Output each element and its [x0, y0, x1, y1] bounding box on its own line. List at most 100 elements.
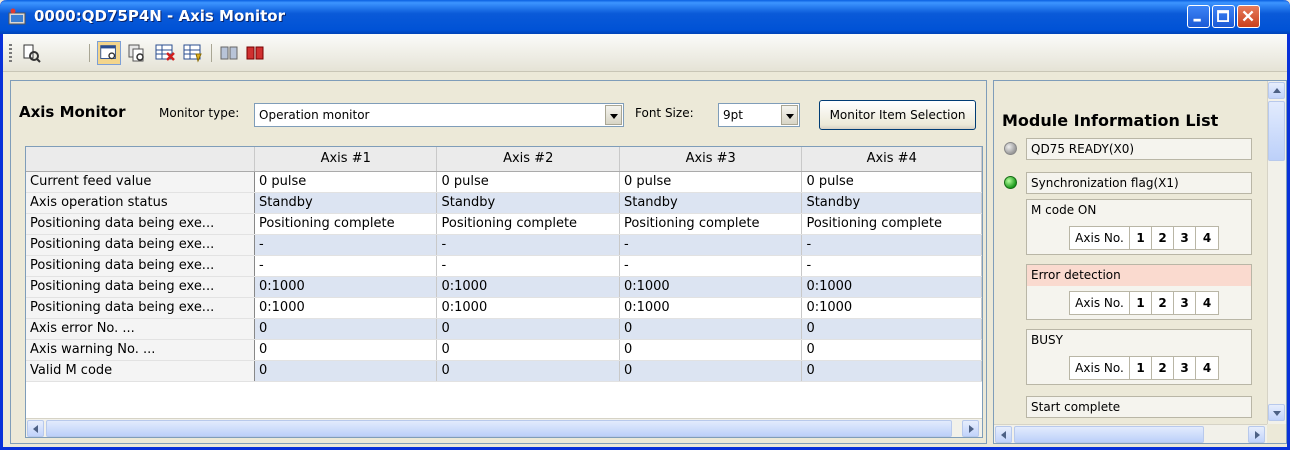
- title-bar[interactable]: 0000:QD75P4N - Axis Monitor: [0, 0, 1290, 34]
- corner-cell: [26, 147, 255, 172]
- column-header-axis-2[interactable]: Axis #2: [436, 147, 620, 172]
- row-header[interactable]: Positioning data being exe...: [26, 276, 255, 298]
- vertical-scroll-thumb[interactable]: [1268, 101, 1285, 161]
- table-cell[interactable]: -: [801, 255, 982, 277]
- font-size-value: 9pt: [723, 108, 743, 122]
- table-cell[interactable]: 0: [619, 318, 803, 340]
- table-cell[interactable]: 0:1000: [619, 276, 803, 298]
- table-cell[interactable]: 0:1000: [436, 276, 620, 298]
- table-cell[interactable]: 0: [619, 339, 803, 361]
- table-cell[interactable]: 0: [619, 360, 803, 382]
- table-cell[interactable]: -: [436, 255, 620, 277]
- axis-monitor-grid: Axis #1 Axis #2 Axis #3 Axis #4 Current …: [25, 146, 983, 438]
- scroll-right-button[interactable]: [962, 420, 979, 437]
- axis-no-row: Axis No. 1 2 3 4: [1069, 291, 1219, 315]
- table-cell[interactable]: 0: [254, 360, 438, 382]
- monitor-icon[interactable]: [19, 41, 43, 65]
- maximize-button[interactable]: [1212, 5, 1235, 28]
- horizontal-scrollbar[interactable]: [994, 424, 1267, 443]
- table-cell[interactable]: 0 pulse: [436, 171, 620, 193]
- table-cell[interactable]: 0: [801, 360, 982, 382]
- minimize-button[interactable]: [1187, 5, 1210, 28]
- column-header-axis-1[interactable]: Axis #1: [254, 147, 438, 172]
- toolbar-grip[interactable]: [9, 44, 12, 62]
- app-icon: [8, 8, 26, 25]
- row-header[interactable]: Current feed value: [26, 171, 255, 193]
- table-cell[interactable]: 0:1000: [801, 276, 982, 298]
- chevron-down-icon[interactable]: [781, 105, 798, 125]
- table-cell[interactable]: -: [254, 234, 438, 256]
- column-header-axis-4[interactable]: Axis #4: [801, 147, 982, 172]
- table-cell[interactable]: 0:1000: [436, 297, 620, 319]
- scroll-right-button[interactable]: [1248, 426, 1265, 443]
- table-cell[interactable]: 0: [801, 339, 982, 361]
- table-cell[interactable]: -: [436, 234, 620, 256]
- table-cell[interactable]: 0 pulse: [801, 171, 982, 193]
- stop-icon[interactable]: [243, 41, 267, 65]
- vertical-scrollbar[interactable]: [1267, 81, 1286, 424]
- table-cell[interactable]: Positioning complete: [436, 213, 620, 235]
- table-cell[interactable]: Positioning complete: [254, 213, 438, 235]
- table-cell[interactable]: 0: [436, 318, 620, 340]
- module-item-start-complete: Start complete: [1026, 396, 1252, 418]
- table-cell[interactable]: 0:1000: [619, 297, 803, 319]
- error-reset-icon[interactable]: [153, 41, 177, 65]
- row-header[interactable]: Valid M code: [26, 360, 255, 382]
- axis-number: 1: [1130, 292, 1152, 314]
- servo-icon[interactable]: [217, 41, 241, 65]
- table-cell[interactable]: 0:1000: [801, 297, 982, 319]
- axis-number: 2: [1152, 227, 1174, 249]
- row-header[interactable]: Positioning data being exe...: [26, 213, 255, 235]
- scroll-left-button[interactable]: [995, 426, 1012, 443]
- table-icon[interactable]: [181, 41, 205, 65]
- table-cell[interactable]: Standby: [254, 192, 438, 214]
- row-header[interactable]: Positioning data being exe...: [26, 234, 255, 256]
- axis-number: 3: [1174, 292, 1196, 314]
- table-cell[interactable]: -: [619, 255, 803, 277]
- axis-number: 4: [1202, 361, 1212, 375]
- table-cell[interactable]: 0: [801, 318, 982, 340]
- row-header[interactable]: Axis warning No. ...: [26, 339, 255, 361]
- scroll-left-button[interactable]: [27, 420, 44, 437]
- table-cell[interactable]: Standby: [801, 192, 982, 214]
- table-cell[interactable]: -: [254, 255, 438, 277]
- table-row: Valid M code 0 0 0 0: [26, 360, 982, 382]
- column-header-axis-3[interactable]: Axis #3: [619, 147, 803, 172]
- row-header[interactable]: Positioning data being exe...: [26, 297, 255, 319]
- row-header[interactable]: Positioning data being exe...: [26, 255, 255, 277]
- history-icon[interactable]: [125, 41, 149, 65]
- table-cell[interactable]: 0: [436, 339, 620, 361]
- table-cell[interactable]: -: [801, 234, 982, 256]
- table-cell[interactable]: 0 pulse: [254, 171, 438, 193]
- chevron-down-icon[interactable]: [605, 105, 622, 125]
- led-on-icon: [1004, 176, 1017, 189]
- table-cell[interactable]: Positioning complete: [619, 213, 803, 235]
- table-cell[interactable]: 0: [254, 339, 438, 361]
- monitor-type-select[interactable]: Operation monitor: [254, 103, 624, 127]
- monitor-item-selection-button[interactable]: Monitor Item Selection: [819, 100, 976, 130]
- scroll-thumb[interactable]: [1014, 426, 1204, 443]
- table-cell[interactable]: 0:1000: [254, 297, 438, 319]
- table-cell[interactable]: 0:1000: [254, 276, 438, 298]
- scroll-down-button[interactable]: [1268, 404, 1285, 421]
- row-header[interactable]: Axis operation status: [26, 192, 255, 214]
- table-cell[interactable]: 0: [436, 360, 620, 382]
- scroll-up-button[interactable]: [1268, 82, 1285, 99]
- arrow-up-icon: [1273, 88, 1281, 93]
- table-cell[interactable]: Positioning complete: [801, 213, 982, 235]
- row-header[interactable]: Axis error No. ...: [26, 318, 255, 340]
- table-cell[interactable]: Standby: [619, 192, 803, 214]
- axis-number: 4: [1202, 231, 1212, 245]
- font-size-select[interactable]: 9pt: [718, 103, 800, 127]
- close-icon: [1242, 10, 1254, 22]
- axis-monitor-icon[interactable]: [97, 41, 121, 65]
- maximize-icon: [1217, 10, 1229, 22]
- table-cell[interactable]: 0 pulse: [619, 171, 803, 193]
- close-button[interactable]: [1237, 5, 1260, 28]
- scroll-thumb[interactable]: [46, 420, 952, 437]
- group-label: Error detection: [1027, 265, 1251, 286]
- table-cell[interactable]: 0: [254, 318, 438, 340]
- horizontal-scrollbar[interactable]: [26, 418, 982, 437]
- table-cell[interactable]: -: [619, 234, 803, 256]
- table-cell[interactable]: Standby: [436, 192, 620, 214]
